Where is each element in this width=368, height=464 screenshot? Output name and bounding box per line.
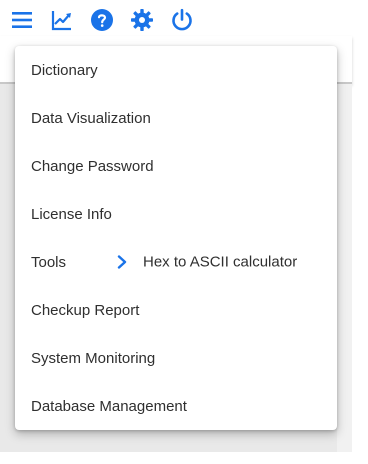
menu-item-data-visualization[interactable]: Data Visualization <box>15 94 337 142</box>
dropdown-menu: Dictionary Data Visualization Change Pas… <box>15 46 337 430</box>
menu-item-system-monitoring[interactable]: System Monitoring <box>15 334 337 382</box>
chevron-right-icon[interactable] <box>115 255 129 269</box>
submenu-item-hex-to-ascii[interactable]: Hex to ASCII calculator <box>143 254 297 271</box>
menu-item-checkup-report[interactable]: Checkup Report <box>15 286 337 334</box>
power-icon[interactable] <box>170 8 194 32</box>
menu-item-label: Database Management <box>31 397 187 415</box>
menu-item-dictionary[interactable]: Dictionary <box>15 46 337 94</box>
menu-item-label: Change Password <box>31 157 154 175</box>
chart-icon[interactable] <box>50 8 74 32</box>
menu-item-label: Dictionary <box>31 61 98 79</box>
menu-icon[interactable] <box>10 8 34 32</box>
menu-item-tools[interactable]: Tools Hex to ASCII calculator <box>15 238 337 286</box>
menu-item-label: License Info <box>31 205 112 223</box>
menu-item-database-management[interactable]: Database Management <box>15 382 337 430</box>
help-icon[interactable] <box>90 8 114 32</box>
gear-icon[interactable] <box>130 8 154 32</box>
background-panel-edge <box>337 84 352 452</box>
top-toolbar <box>10 6 210 34</box>
menu-item-label: Checkup Report <box>31 301 140 319</box>
menu-item-license-info[interactable]: License Info <box>15 190 337 238</box>
menu-item-label: System Monitoring <box>31 349 156 367</box>
menu-item-change-password[interactable]: Change Password <box>15 142 337 190</box>
menu-item-label: Tools <box>31 253 67 271</box>
menu-item-label: Data Visualization <box>31 109 151 127</box>
